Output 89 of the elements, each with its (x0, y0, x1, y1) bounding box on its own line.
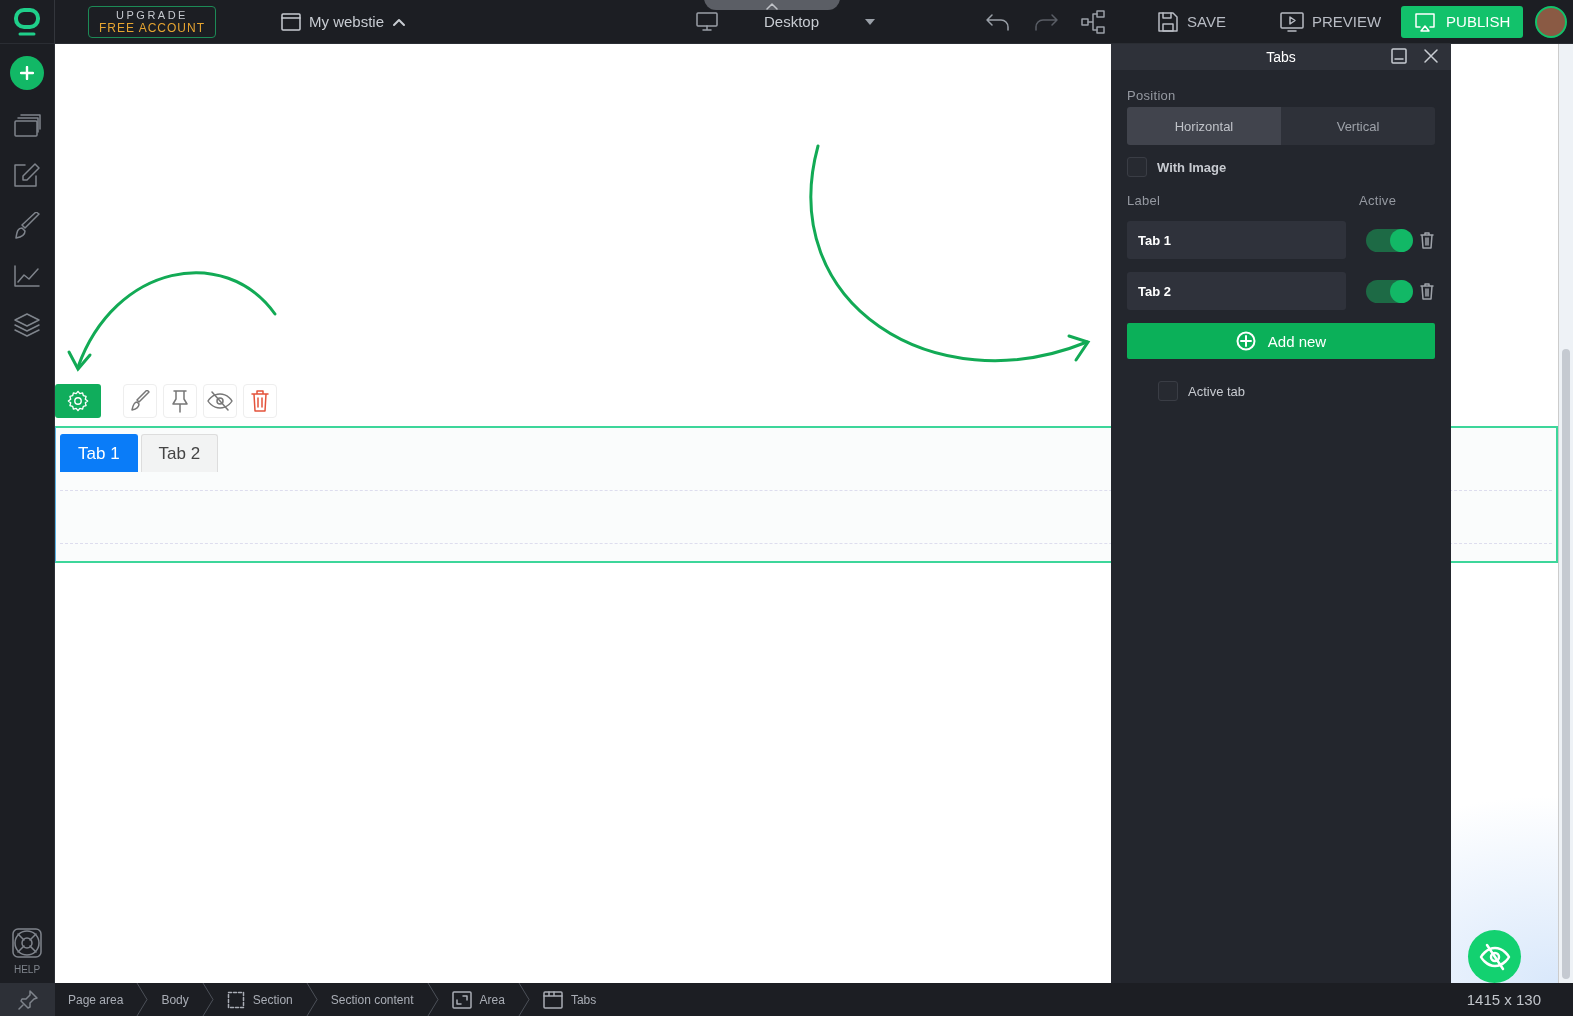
analytics-button[interactable] (13, 264, 41, 288)
play-screen-icon (1279, 11, 1304, 32)
help-button[interactable]: HELP (12, 928, 42, 975)
close-button[interactable] (1423, 48, 1439, 64)
logo-icon (12, 6, 42, 37)
window-icon (281, 12, 301, 31)
column-header: Active (1359, 193, 1397, 208)
line-chart-icon (13, 264, 41, 288)
trash-icon (1419, 282, 1435, 300)
redo-icon (1033, 12, 1060, 31)
paintbrush-icon (13, 212, 41, 240)
tabs-icon (542, 990, 563, 1009)
eye-slash-icon (1478, 942, 1511, 971)
hide-button[interactable] (203, 384, 237, 418)
eye-slash-icon (207, 391, 233, 411)
design-button[interactable] (13, 212, 41, 240)
chevron-separator-icon (136, 983, 149, 1016)
pencil-square-icon (13, 162, 41, 188)
close-icon (1423, 48, 1439, 64)
breadcrumb[interactable]: Page area (55, 992, 137, 1007)
dashed-square-icon (226, 990, 245, 1009)
device-select[interactable]: Desktop (764, 13, 820, 30)
checkbox-label: With Image (1157, 159, 1227, 175)
chevron-separator-icon (201, 983, 214, 1016)
preview-button[interactable]: PREVIEW (1279, 11, 1382, 32)
style-button[interactable] (123, 384, 157, 418)
active-toggle[interactable] (1365, 279, 1412, 303)
pin-icon (170, 389, 190, 413)
checkbox[interactable] (1158, 381, 1178, 401)
breadcrumb[interactable]: Body (148, 992, 202, 1007)
tab[interactable]: Tab 2 (140, 434, 219, 472)
stacked-windows-icon (13, 114, 41, 138)
trash-icon (1419, 231, 1435, 249)
pin-button[interactable] (163, 384, 197, 418)
chevron-separator-icon (517, 983, 530, 1016)
scrollbar[interactable] (1558, 44, 1573, 983)
account-label: FREE ACCOUNT (99, 21, 205, 35)
position-option[interactable]: Horizontal (1127, 107, 1281, 145)
add-button[interactable] (10, 56, 44, 90)
upgrade-button[interactable]: UPGRADE FREE ACCOUNT (88, 5, 216, 38)
breadcrumb[interactable]: Tabs (529, 990, 610, 1009)
settings-icon (67, 390, 89, 412)
plus-icon (20, 66, 34, 80)
column-header: Label (1127, 193, 1162, 208)
minimize-button[interactable] (1391, 48, 1407, 64)
active-tab-checkbox[interactable]: Active tab (1158, 381, 1246, 401)
breadcrumb[interactable]: Section content (317, 992, 427, 1007)
with-image-checkbox[interactable]: With Image (1127, 157, 1227, 177)
site-name[interactable]: My webstie (309, 13, 385, 30)
upgrade-label: UPGRADE (116, 8, 188, 22)
tab-label-field[interactable]: Tab 2 (1127, 272, 1346, 310)
delete-tab-button[interactable] (1419, 282, 1435, 300)
cast-screen-icon (1414, 11, 1437, 32)
checkbox-label: Active tab (1188, 383, 1246, 399)
position-label: Position (1127, 88, 1177, 103)
chevron-up-icon (392, 16, 407, 27)
breadcrumb[interactable]: Section (213, 990, 306, 1009)
pin-button[interactable] (0, 983, 55, 1016)
paintbrush-icon (129, 390, 151, 412)
avatar[interactable] (1535, 5, 1568, 38)
edit-button[interactable] (13, 162, 41, 188)
active-toggle[interactable] (1365, 228, 1412, 252)
chevron-separator-icon (426, 983, 439, 1016)
monitor-icon (696, 11, 719, 32)
delete-button[interactable] (243, 384, 277, 418)
chevron-separator-icon (305, 983, 318, 1016)
delete-tab-button[interactable] (1419, 231, 1435, 249)
tab-label-field[interactable]: Tab 1 (1127, 221, 1346, 259)
pin-icon (17, 989, 38, 1010)
tab[interactable]: Tab 1 (60, 434, 138, 472)
corners-icon (451, 990, 472, 1009)
trash-icon (251, 390, 269, 412)
undo-icon (985, 12, 1012, 31)
sitemap-icon (1081, 9, 1108, 34)
dimensions-label: 1415 x 130 (1466, 991, 1541, 1008)
layers-button[interactable] (13, 312, 41, 338)
minimize-icon (1391, 48, 1407, 64)
lifebuoy-icon (12, 928, 42, 958)
chevron-up-icon (766, 1, 779, 10)
save-button[interactable]: SAVE (1157, 10, 1226, 33)
breadcrumb[interactable]: Area (438, 990, 518, 1009)
plus-circle-icon (1235, 331, 1256, 351)
settings-button[interactable] (55, 384, 101, 418)
panel-title: Tabs (1266, 49, 1296, 65)
pages-button[interactable] (13, 114, 41, 138)
dropdown-caret-icon (865, 18, 876, 25)
position-option[interactable]: Vertical (1281, 107, 1435, 145)
layers-icon (13, 312, 41, 338)
checkbox[interactable] (1127, 157, 1147, 177)
